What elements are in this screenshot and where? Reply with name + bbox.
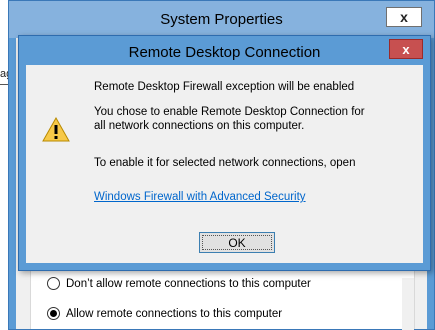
radio-allow[interactable]: Allow remote connections to this compute… bbox=[47, 307, 282, 320]
dialog-title: Remote Desktop Connection bbox=[128, 44, 321, 61]
system-properties-titlebar[interactable]: System Properties x bbox=[9, 1, 434, 38]
close-icon: x bbox=[400, 9, 408, 25]
radio-allow-label: Allow remote connections to this compute… bbox=[66, 307, 283, 320]
radio-dont-allow[interactable]: Don’t allow remote connections to this c… bbox=[47, 277, 311, 290]
warning-icon bbox=[42, 117, 70, 142]
dialog-close-button[interactable]: x bbox=[389, 39, 423, 59]
dialog-message-line2: all network connections on this computer… bbox=[94, 120, 305, 132]
radio-button-selected[interactable] bbox=[47, 307, 60, 320]
dialog-heading: Remote Desktop Firewall exception will b… bbox=[94, 81, 355, 93]
close-icon: x bbox=[402, 41, 410, 57]
radio-button-unselected[interactable] bbox=[47, 277, 60, 290]
system-properties-title: System Properties bbox=[160, 11, 283, 28]
radio-dont-allow-label: Don’t allow remote connections to this c… bbox=[66, 277, 311, 290]
remote-desktop-connection-dialog: Remote Desktop Connection x Remote Deskt… bbox=[18, 35, 431, 271]
system-properties-close-button[interactable]: x bbox=[386, 7, 422, 27]
radio-selected-dot bbox=[50, 310, 57, 317]
scrollbar[interactable] bbox=[402, 278, 414, 330]
dialog-message-line1: You chose to enable Remote Desktop Conne… bbox=[94, 106, 365, 118]
ok-button[interactable]: OK bbox=[199, 232, 275, 253]
dialog-body: Remote Desktop Firewall exception will b… bbox=[26, 65, 423, 263]
dialog-message-line3: To enable it for selected network connec… bbox=[94, 157, 356, 169]
windows-firewall-link[interactable]: Windows Firewall with Advanced Security bbox=[94, 191, 306, 203]
